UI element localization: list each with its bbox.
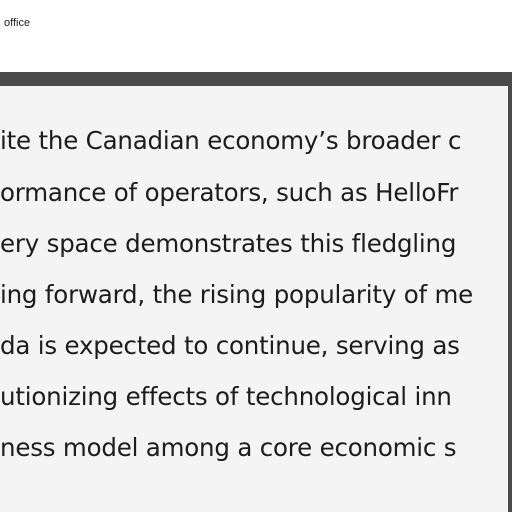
paragraph-line: ing forward, the rising popularity of me [0, 280, 474, 309]
breadcrumb-label: office [4, 17, 31, 29]
top-toolbar: office [0, 0, 512, 72]
paragraph-line: ormance of operators, such as HelloFr [0, 178, 459, 207]
document-page: ite the Canadian economy’s broader c orm… [0, 86, 508, 512]
document-viewer[interactable]: ite the Canadian economy’s broader c orm… [0, 72, 512, 512]
paragraph-line: ness model among a core economic s [0, 433, 457, 462]
paragraph-line: ite the Canadian economy’s broader c [0, 126, 462, 155]
paragraph-line: utionizing effects of technological inn [0, 382, 452, 411]
paragraph-line: da is expected to continue, serving as [0, 331, 460, 360]
paragraph-line: ery space demonstrates this fledgling [0, 229, 457, 258]
